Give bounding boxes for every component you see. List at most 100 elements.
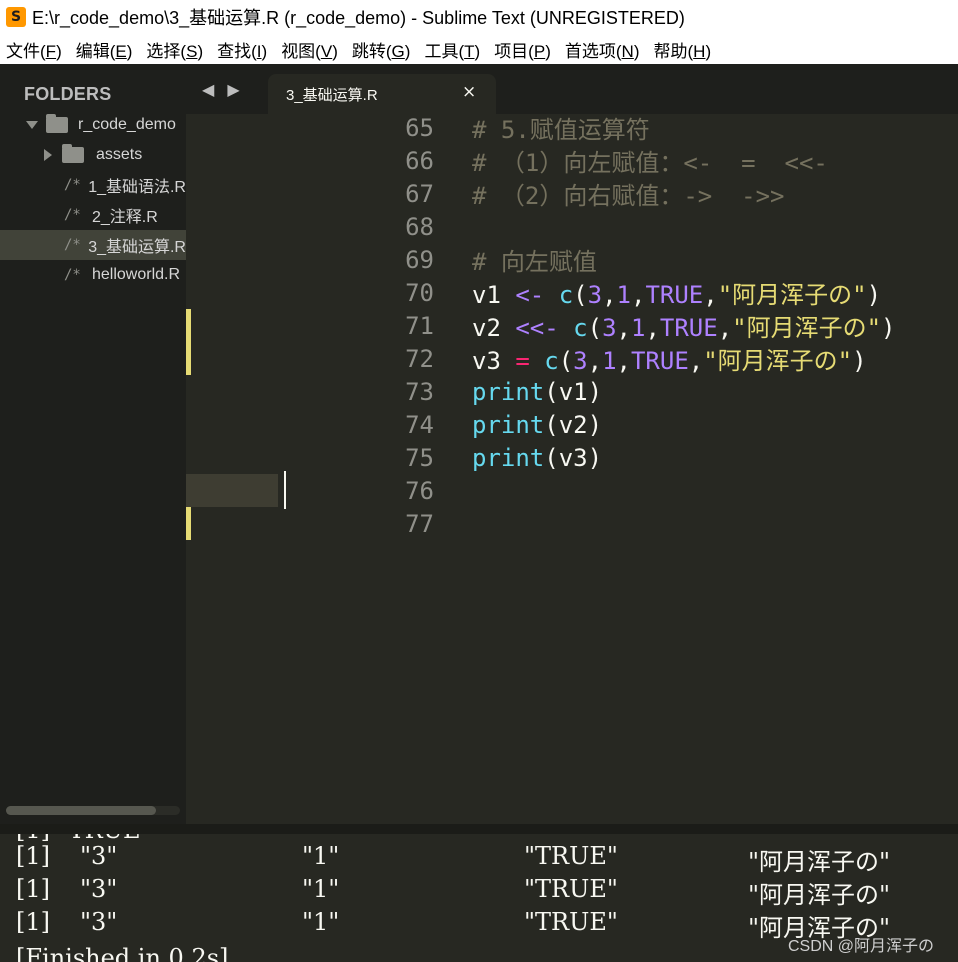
code-token: v1	[472, 281, 516, 309]
menu-item[interactable]: 文件(F)	[6, 37, 62, 62]
project-folder-row[interactable]: r_code_demo	[0, 110, 186, 140]
line-number: 70	[405, 278, 434, 307]
line-number: 74	[405, 410, 434, 439]
code-token: "阿月浑子の"	[703, 347, 853, 375]
menu-label-end: )	[332, 41, 338, 61]
menu-label-end: )	[261, 41, 268, 61]
file-icon: /*	[64, 207, 81, 223]
code-token: ,	[587, 347, 603, 375]
sidebar-item-2-comments[interactable]: /* 2_注释.R	[0, 200, 186, 230]
menu-item[interactable]: 视图(V)	[281, 37, 338, 62]
code-line[interactable]: 68	[186, 210, 958, 243]
code-token: v3	[472, 347, 516, 375]
menu-label-end: )	[56, 41, 62, 61]
menu-item[interactable]: 跳转(G)	[352, 37, 411, 62]
menu-accelerator: F	[45, 41, 57, 61]
menu-label: 工具(	[424, 41, 465, 61]
sidebar-item-label: 1_基础语法.R	[88, 179, 186, 196]
code-line[interactable]: 73 print(v1)	[186, 375, 958, 408]
tab-nav-arrows-icon[interactable]: ◀ ▶	[202, 80, 244, 99]
code-line[interactable]: 74 print(v2)	[186, 408, 958, 441]
expand-arrow-icon[interactable]	[44, 149, 52, 161]
code-token: 3	[587, 281, 603, 309]
menu-accelerator: E	[115, 41, 127, 61]
code-line[interactable]: 75 print(v3)	[186, 441, 958, 474]
code-token: (v2)	[544, 410, 603, 439]
output-finished-line: [Finished in 0.2s]	[16, 944, 229, 962]
panel-divider[interactable]	[0, 824, 958, 834]
code-token: "阿月浑子の"	[717, 281, 867, 309]
line-number: 77	[405, 509, 434, 538]
code-text: # （1）向左赋值：<- = <<-	[472, 143, 828, 178]
menu-item[interactable]: 编辑(E)	[76, 37, 133, 62]
code-line[interactable]: 72 v3 = c(3,1,TRUE,"阿月浑子の")	[186, 342, 958, 376]
menu-item[interactable]: 首选项(N)	[565, 37, 640, 62]
sidebar-item-label: 3_基础运算.R	[88, 239, 186, 256]
code-token: )	[852, 347, 867, 375]
menu-label: 首选项(	[564, 41, 622, 61]
menu-label: 帮助(	[653, 41, 694, 61]
menu-item[interactable]: 查找(I)	[217, 37, 267, 62]
code-token: )	[866, 281, 882, 309]
sidebar-item-label: 2_注释.R	[92, 209, 158, 226]
open-folder-icon	[46, 114, 68, 133]
output-value: "3"	[80, 875, 118, 903]
code-token: TRUE	[645, 281, 704, 309]
output-value: [1]	[16, 875, 50, 903]
output-value: "1"	[302, 875, 340, 903]
code-token: TRUE	[630, 347, 689, 375]
sidebar-item-helloworld[interactable]: /* helloworld.R	[0, 260, 186, 290]
code-token: 3	[602, 314, 617, 342]
menu-label: 跳转(	[351, 41, 392, 61]
output-value: "1"	[302, 908, 340, 936]
code-line[interactable]: 70 v1 <- c(3,1,TRUE,"阿月浑子の")	[186, 275, 958, 310]
menu-accelerator: V	[320, 41, 333, 61]
sidebar-item-3-operations[interactable]: /* 3_基础运算.R	[0, 230, 186, 260]
title-bar: S E:\r_code_demo\3_基础运算.R (r_code_demo) …	[0, 0, 958, 34]
sublime-logo-icon: S	[6, 7, 26, 27]
menu-label: 文件(	[6, 41, 46, 61]
line-number: 68	[405, 212, 434, 241]
collapse-arrow-icon[interactable]	[26, 121, 38, 129]
code-token: c	[558, 281, 574, 309]
tab-close-icon[interactable]: ×	[462, 82, 476, 102]
menu-item[interactable]: 选择(S)	[146, 37, 203, 62]
code-text: v1 <- c(3,1,TRUE,"阿月浑子の")	[472, 275, 881, 310]
line-number: 73	[405, 377, 434, 406]
output-value: "阿月浑子の"	[748, 848, 891, 876]
menu-bar: 文件(F) 编辑(E) 选择(S) 查找(I) 视图(V) 跳转(G) 工具(T) 项目(P)…	[0, 34, 958, 64]
sidebar-item-1-basics[interactable]: /* 1_基础语法.R	[0, 170, 186, 200]
code-line[interactable]: 69 # 向左赋值	[186, 243, 958, 277]
tab-title[interactable]: 3_基础运算.R	[286, 84, 378, 105]
line-number: 71	[405, 311, 434, 340]
code-token: # 5.赋值运算符	[472, 116, 650, 144]
code-line[interactable]: 71 v2 <<- c(3,1,TRUE,"阿月浑子の")	[186, 309, 958, 343]
sidebar-scrollbar-thumb[interactable]	[6, 806, 156, 815]
code-line[interactable]: 66 # （1）向左赋值：<- = <<-	[186, 143, 958, 178]
code-line[interactable]: 67 # （2）向右赋值：-> ->>	[186, 177, 958, 211]
code-line[interactable]: 77	[186, 507, 958, 540]
code-token: ,	[616, 347, 631, 375]
code-token: 3	[573, 347, 588, 375]
window-title: E:\r_code_demo\3_基础运算.R (r_code_demo) - …	[32, 8, 685, 28]
file-icon: /*	[64, 177, 81, 193]
line-number: 72	[405, 344, 434, 373]
code-line[interactable]: 65 # 5.赋值运算符	[186, 111, 958, 145]
menu-item[interactable]: 项目(P)	[494, 37, 551, 62]
menu-item[interactable]: 工具(T)	[424, 37, 480, 62]
project-folder-label: r_code_demo	[78, 116, 176, 133]
menu-label-end: )	[633, 41, 640, 61]
code-token: ,	[645, 314, 660, 342]
code-token: v2	[472, 314, 516, 342]
code-line[interactable]: 76	[186, 474, 958, 507]
output-value: [1]	[16, 842, 50, 870]
folder-icon	[62, 144, 84, 163]
menu-label-end: )	[404, 41, 411, 61]
menu-label-end: )	[474, 41, 481, 61]
code-token: c	[544, 347, 559, 375]
menu-label: 选择(	[146, 41, 187, 61]
code-token: <-	[515, 281, 545, 309]
menu-item[interactable]: 帮助(H)	[654, 37, 712, 62]
sidebar-item-assets[interactable]: assets	[0, 140, 186, 170]
